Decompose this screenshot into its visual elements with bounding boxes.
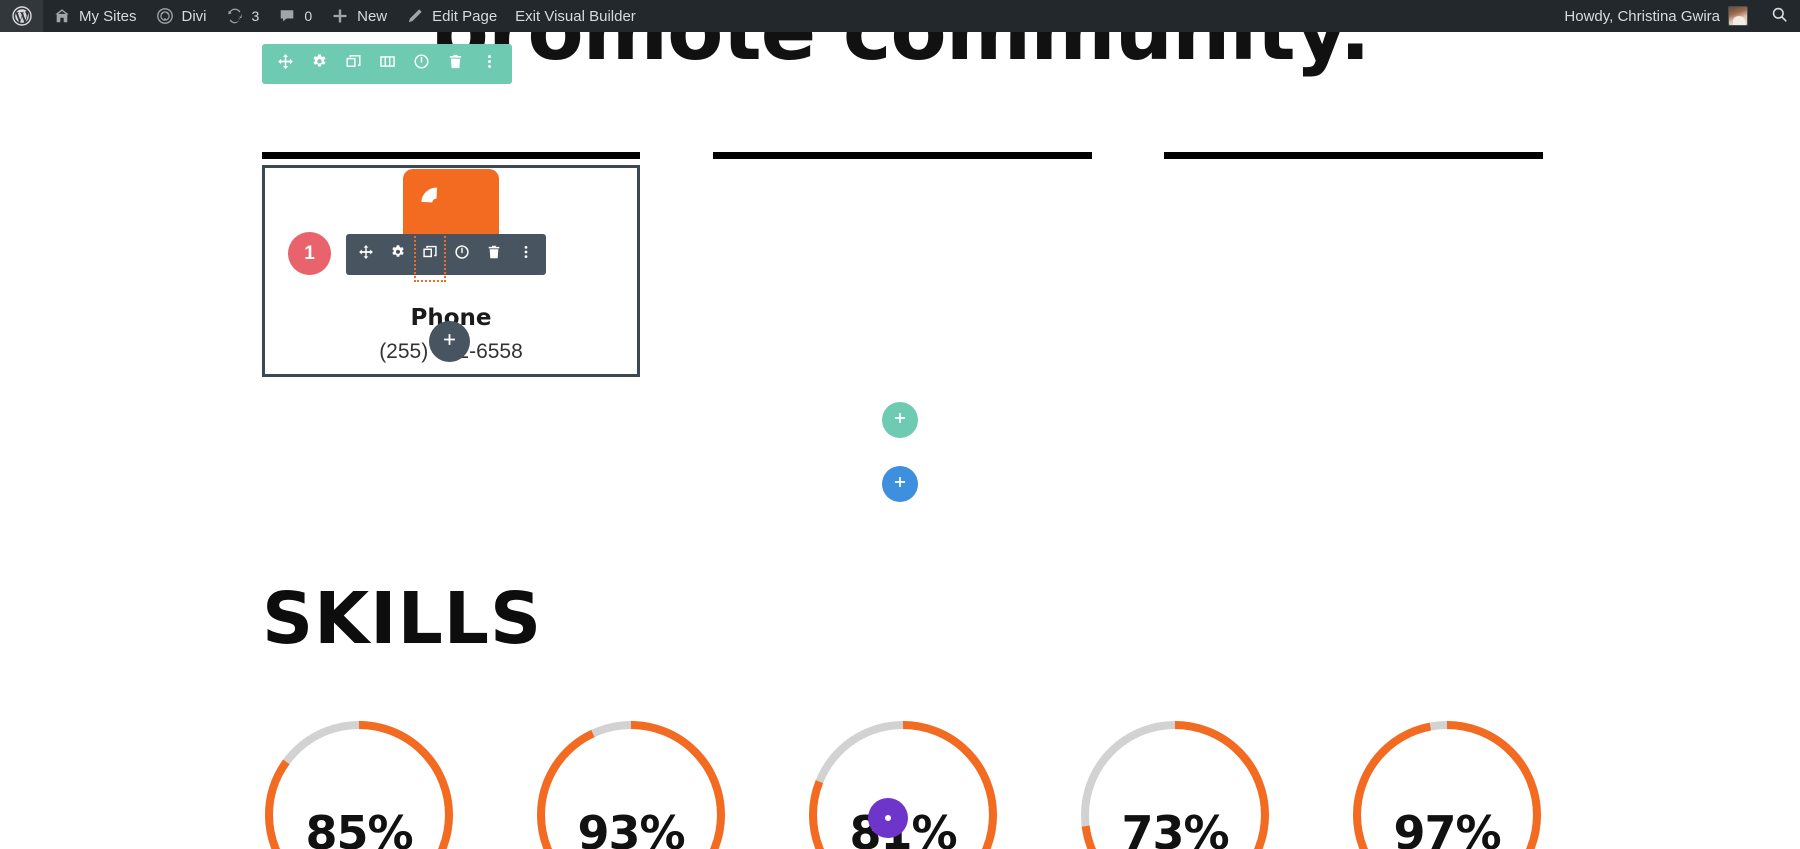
pencil-icon [405, 6, 425, 26]
search-button[interactable] [1758, 0, 1800, 32]
row-more-button[interactable] [472, 44, 506, 84]
insert-module-button[interactable] [429, 321, 470, 362]
new-content-menu[interactable]: New [321, 0, 396, 32]
sites-icon [52, 6, 72, 26]
exit-visual-builder-button[interactable]: Exit Visual Builder [506, 0, 645, 32]
add-row-button[interactable] [882, 402, 918, 438]
circle-counter: 97% [1350, 718, 1544, 849]
my-sites-menu[interactable]: My Sites [43, 0, 146, 32]
new-label: New [357, 7, 388, 25]
dots-vertical-icon [481, 53, 498, 75]
circle-percent-label: 97% [1393, 806, 1501, 849]
comments-count: 0 [304, 8, 313, 24]
duplicate-icon [345, 53, 362, 75]
divi-label: Divi [181, 7, 207, 25]
row-settings-button[interactable] [302, 44, 336, 84]
updates-icon [225, 6, 245, 26]
duplicate-module-button[interactable] [414, 227, 446, 282]
comments-menu[interactable]: 0 [268, 0, 321, 32]
module-settings-button[interactable] [382, 234, 414, 275]
trash-icon [447, 53, 464, 75]
plus-icon [893, 475, 907, 494]
admin-bar-right: Howdy, Christina Gwira [1550, 0, 1800, 32]
circle-counter: 93% [534, 718, 728, 849]
move-module-button[interactable] [350, 234, 382, 275]
add-section-button[interactable] [882, 466, 918, 502]
dots-vertical-icon [518, 244, 534, 265]
move-row-button[interactable] [268, 44, 302, 84]
wordpress-logo-button[interactable] [0, 0, 43, 32]
divider-bar-3 [1164, 152, 1543, 159]
my-sites-label: My Sites [79, 7, 137, 25]
module-toolbar [346, 227, 546, 282]
updates-menu[interactable]: 3 [216, 0, 269, 32]
account-menu[interactable]: Howdy, Christina Gwira [1550, 0, 1758, 32]
wordpress-logo-icon [12, 6, 32, 26]
power-icon [413, 53, 430, 75]
gear-icon [390, 244, 406, 265]
row-toolbar [262, 44, 512, 84]
divi-menu[interactable]: Divi [146, 0, 216, 32]
search-icon [1771, 6, 1788, 27]
circle-percent-label: 85% [305, 806, 413, 849]
plus-icon [442, 332, 457, 352]
gear-icon [311, 53, 328, 75]
module-more-button[interactable] [510, 234, 542, 275]
divider-bar-2 [713, 152, 1092, 159]
updates-count: 3 [251, 8, 260, 24]
exit-visual-builder-label: Exit Visual Builder [515, 7, 636, 25]
divider-bar-1 [262, 152, 640, 159]
move-icon [277, 53, 294, 75]
columns-icon [379, 53, 396, 75]
wp-admin-bar: My Sites Divi 3 0 New Edit Page Exit Vis… [0, 0, 1800, 32]
edit-page-label: Edit Page [432, 7, 498, 25]
comments-icon [277, 6, 297, 26]
power-icon [454, 244, 470, 265]
avatar [1728, 6, 1748, 26]
delete-module-button[interactable] [478, 234, 510, 275]
plus-icon [330, 6, 350, 26]
visual-builder-canvas: promote community. [0, 32, 1800, 849]
duplicate-row-button[interactable] [336, 44, 370, 84]
row-columns-button[interactable] [370, 44, 404, 84]
edit-page-button[interactable]: Edit Page [396, 0, 506, 32]
delete-row-button[interactable] [438, 44, 472, 84]
circle-percent-label: 93% [577, 806, 685, 849]
skills-heading: SKILLS [262, 577, 543, 660]
move-icon [358, 244, 374, 265]
divi-icon [155, 6, 175, 26]
disable-module-button[interactable] [446, 234, 478, 275]
disable-row-button[interactable] [404, 44, 438, 84]
circle-counter: 85% [262, 718, 456, 849]
circle-counter: 73% [1078, 718, 1272, 849]
trash-icon [486, 244, 502, 265]
plus-icon [893, 411, 907, 430]
module-order-badge: 1 [288, 232, 331, 275]
howdy-label: Howdy, Christina Gwira [1564, 7, 1720, 25]
duplicate-icon [422, 244, 438, 265]
dots-horizontal-icon [885, 815, 891, 821]
circle-percent-label: 73% [1121, 806, 1229, 849]
more-options-button[interactable] [868, 798, 908, 838]
